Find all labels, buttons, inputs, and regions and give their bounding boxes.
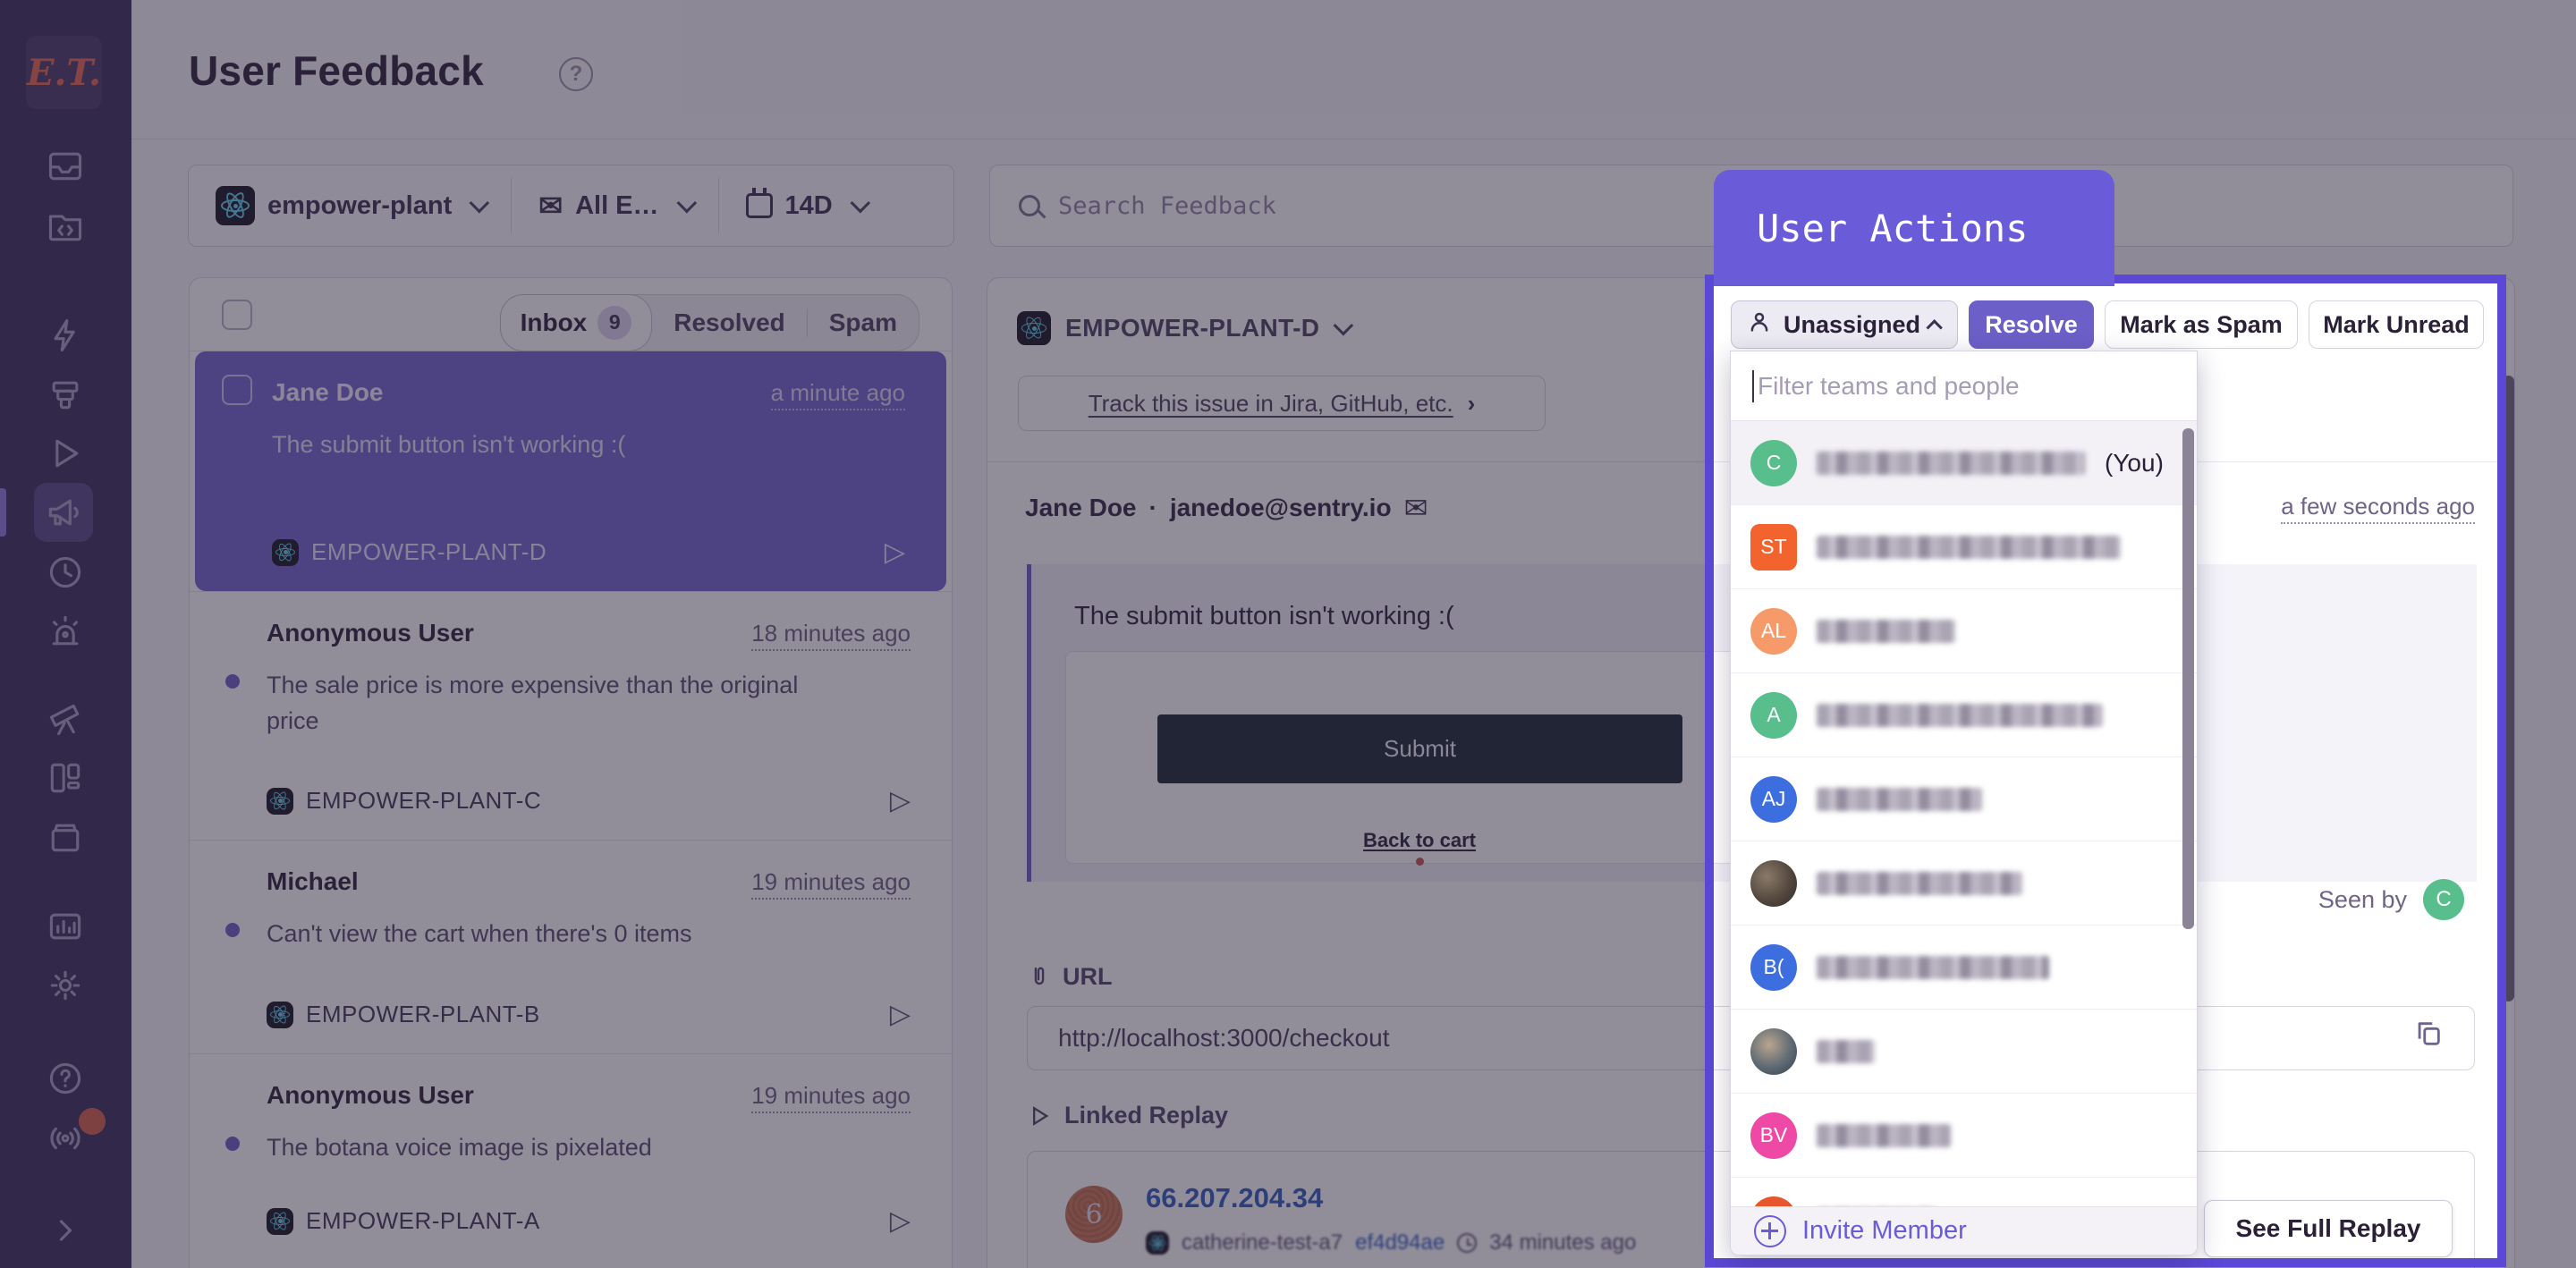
dim-overlay bbox=[0, 283, 1714, 1258]
dim-overlay bbox=[2497, 283, 2576, 1258]
tour-step-label: User Actions bbox=[1714, 170, 2114, 286]
redacted-user-name bbox=[1817, 788, 1982, 811]
user-initials-avatar: A bbox=[1750, 692, 1797, 739]
assignee-option[interactable]: A bbox=[1731, 673, 2197, 757]
user-initials-avatar: AL bbox=[1750, 608, 1797, 655]
assignee-option[interactable]: C (You) bbox=[1731, 421, 2197, 505]
dropdown-scrollbar[interactable] bbox=[2182, 428, 2194, 929]
user-initials-avatar: C bbox=[1750, 440, 1797, 486]
user-initials-avatar: BV bbox=[1750, 1112, 1797, 1159]
assignee-option[interactable]: B( bbox=[1731, 926, 2197, 1010]
assignee-option[interactable]: BV bbox=[1731, 1094, 2197, 1178]
assignee-option[interactable]: AL bbox=[1731, 589, 2197, 673]
assignee-dropdown-menu: Filter teams and people C (You) ST AL A AJ B( B… bbox=[1730, 351, 2198, 1255]
assignee-filter-input[interactable]: Filter teams and people bbox=[1731, 351, 2197, 421]
assignee-option[interactable]: AJ bbox=[1731, 757, 2197, 841]
assignee-option[interactable] bbox=[1731, 1010, 2197, 1094]
redacted-user-name bbox=[1817, 1040, 1875, 1063]
redacted-user-name bbox=[1817, 620, 1955, 643]
redacted-user-name bbox=[1817, 536, 2121, 559]
assignee-option[interactable] bbox=[1731, 841, 2197, 926]
user-initials-avatar: AJ bbox=[1750, 776, 1797, 823]
user-photo-avatar bbox=[1750, 1028, 1797, 1075]
redacted-user-name bbox=[1817, 872, 2022, 895]
redacted-user-name bbox=[1817, 704, 2103, 727]
redacted-user-name bbox=[1817, 956, 2049, 979]
invite-member-label: Invite Member bbox=[1802, 1216, 1967, 1246]
app-window: E.T. User Feedback ? empower-plant ✉ All… bbox=[0, 0, 2576, 1268]
user-initials-avatar: ST bbox=[1750, 524, 1797, 571]
assignee-you-suffix: (You) bbox=[2105, 449, 2164, 478]
tour-step-title: User Actions bbox=[1757, 207, 2028, 250]
redacted-user-name bbox=[1817, 452, 2085, 475]
user-initials-avatar: B( bbox=[1750, 944, 1797, 991]
text-cursor bbox=[1752, 370, 1754, 402]
assignee-option[interactable]: ST bbox=[1731, 505, 2197, 589]
plus-circle-icon bbox=[1754, 1215, 1786, 1247]
user-photo-avatar bbox=[1750, 860, 1797, 907]
redacted-user-name bbox=[1817, 1124, 1951, 1147]
assignee-filter-placeholder: Filter teams and people bbox=[1758, 372, 2020, 401]
dim-overlay bbox=[0, 0, 2576, 283]
invite-member-button[interactable]: Invite Member bbox=[1731, 1206, 2197, 1255]
assignee-options: C(You)STALAAJB(BVBT bbox=[1731, 421, 2197, 1255]
